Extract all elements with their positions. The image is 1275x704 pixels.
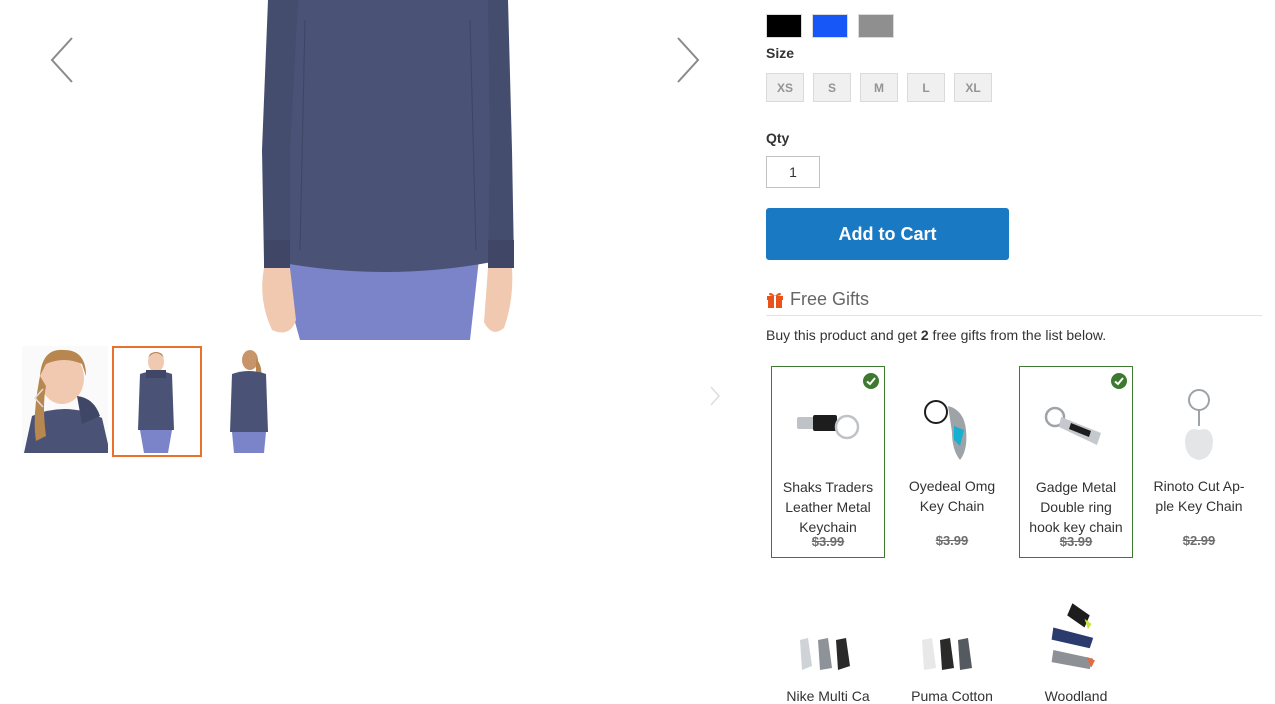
color-swatch-black[interactable] (766, 14, 802, 38)
thumbnail-next-arrow[interactable] (708, 384, 722, 408)
gift-item-3[interactable]: Gadge Metal Double ring hook key chain $… (1019, 366, 1133, 558)
size-label: Size (766, 45, 795, 61)
gift-name: Oyedeal Omg Key Chain (908, 478, 996, 514)
product-main-image[interactable] (0, 0, 740, 340)
thumbnail-3[interactable] (202, 346, 288, 453)
gift-name: Woodland (1044, 688, 1108, 704)
gift-name: Rinoto Cut Ap-ple Key Chain (1153, 478, 1245, 514)
thumbnail-2[interactable] (112, 346, 202, 457)
chevron-right-icon (677, 37, 700, 83)
gift-name: Puma Cotton (911, 688, 993, 704)
gift-item-7[interactable]: Woodland (1019, 590, 1133, 704)
gallery-prev-arrow[interactable] (42, 30, 82, 90)
size-option-xl[interactable]: XL (954, 73, 992, 102)
gift-item-4[interactable]: Rinoto Cut Ap-ple Key Chain $2.99 (1142, 366, 1256, 558)
gift-price: $2.99 (1182, 533, 1216, 548)
gift-item-2[interactable]: Oyedeal Omg Key Chain $3.99 (895, 366, 1009, 558)
qty-input[interactable] (766, 156, 820, 188)
gift-price: $3.99 (811, 534, 845, 549)
chevron-right-icon (710, 386, 721, 406)
swatch-fill (859, 15, 893, 37)
gift-icon (767, 292, 783, 308)
gift-image (924, 400, 967, 460)
color-swatch-gray[interactable] (858, 14, 894, 38)
gift-name: Gadge Metal Double ring hook key chain (1029, 479, 1123, 535)
color-swatch-blue[interactable] (812, 14, 848, 38)
gifts-desc-prefix: Buy this product and get (766, 327, 921, 343)
size-option-xs[interactable]: XS (766, 73, 804, 102)
gift-image (922, 638, 972, 670)
chevron-left-icon (33, 388, 44, 408)
chevron-left-icon (50, 37, 73, 83)
gift-item-5[interactable]: Nike Multi Ca (771, 590, 885, 704)
gift-price: $3.99 (935, 533, 969, 548)
swatch-fill (767, 15, 801, 37)
gift-image (1044, 406, 1101, 445)
size-option-s[interactable]: S (813, 73, 851, 102)
gift-name: Nike Multi Ca (786, 688, 870, 704)
add-to-cart-button[interactable]: Add to Cart (766, 208, 1009, 260)
free-gifts-title: Free Gifts (790, 289, 870, 309)
gift-image (1051, 603, 1095, 670)
gallery-next-arrow[interactable] (668, 30, 708, 90)
gift-price: $3.99 (1059, 534, 1093, 549)
gift-image (1185, 389, 1213, 460)
gift-item-1[interactable]: Shaks Traders Leather Metal Keychain $3.… (771, 366, 885, 558)
qty-label: Qty (766, 130, 790, 146)
free-gifts-description: Buy this product and get 2 free gifts fr… (766, 327, 1106, 343)
gift-image (800, 638, 850, 670)
gift-name: Shaks Traders Leather Metal Keychain (782, 479, 874, 535)
size-option-l[interactable]: L (907, 73, 945, 102)
thumbnail-prev-arrow[interactable] (32, 386, 46, 410)
free-gifts-header: Free Gifts (766, 289, 1262, 316)
gifts-desc-suffix: free gifts from the list below. (928, 327, 1107, 343)
product-photo (262, 0, 514, 340)
swatch-fill (813, 15, 847, 37)
size-option-m[interactable]: M (860, 73, 898, 102)
gift-image (797, 414, 860, 440)
gift-item-6[interactable]: Puma Cotton (895, 590, 1009, 704)
gifts-count: 2 (920, 327, 929, 343)
